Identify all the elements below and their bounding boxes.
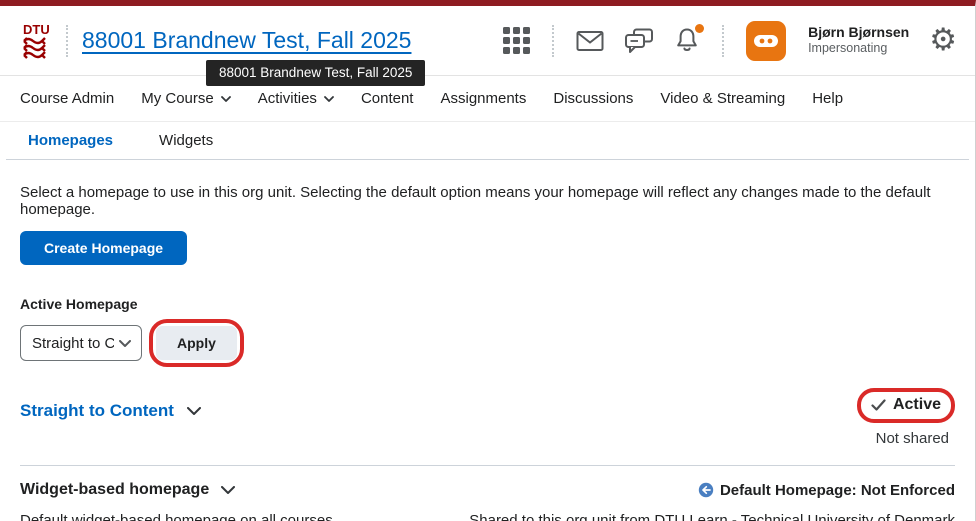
svg-text:DTU: DTU: [23, 22, 50, 37]
notifications-bell-icon[interactable]: [674, 27, 700, 54]
nav-label: My Course: [141, 90, 214, 107]
page-description: Select a homepage to use in this org uni…: [20, 184, 955, 218]
notification-dot: [695, 24, 704, 33]
nav-label: Content: [361, 90, 414, 107]
red-annotation-active: Active: [857, 388, 955, 423]
homepage-widget-details: Default widget-based homepage on all cou…: [20, 512, 955, 521]
red-annotation-apply: Apply: [149, 319, 244, 367]
nav-item-discussions[interactable]: Discussions: [553, 90, 633, 107]
header-icons: Bjørn Bjørnsen Impersonating ⚙: [503, 21, 957, 61]
nav-item-activities[interactable]: Activities: [258, 90, 334, 107]
tab-widgets[interactable]: Widgets: [159, 132, 213, 149]
app-grid-icon[interactable]: [503, 27, 530, 54]
main-content: Select a homepage to use in this org uni…: [0, 184, 975, 521]
header: DTU 88001 Brandnew Test, Fall 2025: [0, 6, 975, 76]
homepage-widget-row: Widget-based homepage Default Homepage: …: [20, 481, 955, 499]
course-navbar: Course Admin My Course Activities Conten…: [0, 76, 975, 122]
homepage-title-text: Straight to Content: [20, 401, 174, 421]
shared-status: Not shared: [876, 430, 949, 447]
user-status: Impersonating: [808, 41, 909, 57]
app-window: DTU 88001 Brandnew Test, Fall 2025: [0, 0, 976, 521]
avatar[interactable]: [746, 21, 786, 61]
shared-arrow-icon: [698, 482, 714, 498]
homepage-select[interactable]: Straight to C: [20, 325, 142, 361]
nav-label: Discussions: [553, 90, 633, 107]
dtu-logo[interactable]: DTU: [20, 21, 52, 61]
nav-item-content[interactable]: Content: [361, 90, 414, 107]
tab-homepages[interactable]: Homepages: [28, 132, 113, 149]
header-separator: [722, 25, 724, 57]
active-homepage-controls: Straight to C Apply: [20, 319, 955, 367]
homepage-title-text: Widget-based homepage: [20, 481, 209, 499]
chevron-down-icon: [324, 96, 334, 102]
user-info[interactable]: Bjørn Bjørnsen Impersonating: [808, 24, 909, 57]
status-badge: Active: [893, 396, 941, 414]
user-name: Bjørn Bjørnsen: [808, 24, 909, 42]
nav-item-help[interactable]: Help: [812, 90, 843, 107]
active-homepage-label: Active Homepage: [20, 296, 955, 312]
check-icon: [871, 399, 886, 411]
homepage-select-value: Straight to C: [32, 335, 114, 352]
header-separator: [66, 25, 68, 57]
settings-gear-icon[interactable]: ⚙: [929, 25, 957, 56]
mail-icon[interactable]: [576, 30, 604, 52]
section-divider: [20, 465, 955, 466]
chevron-down-icon: [187, 407, 201, 415]
nav-item-my-course[interactable]: My Course: [141, 90, 231, 107]
chevron-down-icon: [221, 486, 235, 494]
nav-item-assignments[interactable]: Assignments: [440, 90, 526, 107]
nav-label: Video & Streaming: [660, 90, 785, 107]
course-title-tooltip: 88001 Brandnew Test, Fall 2025: [206, 60, 425, 86]
homepage-widget-shared: Shared to this org unit from DTU Learn -…: [469, 512, 955, 521]
chat-icon[interactable]: [624, 28, 654, 54]
homepage-straight-row: Straight to Content Active Not shared: [20, 388, 955, 447]
nav-item-video-streaming[interactable]: Video & Streaming: [660, 90, 785, 107]
homepage-widget-title[interactable]: Widget-based homepage: [20, 481, 235, 499]
homepage-widget-description: Default widget-based homepage on all cou…: [20, 512, 337, 521]
nav-label: Activities: [258, 90, 317, 107]
badge-text: Default Homepage: Not Enforced: [720, 482, 955, 499]
header-separator: [552, 25, 554, 57]
create-homepage-button[interactable]: Create Homepage: [20, 231, 187, 265]
nav-item-course-admin[interactable]: Course Admin: [20, 90, 114, 107]
nav-label: Course Admin: [20, 90, 114, 107]
chevron-down-icon: [119, 340, 131, 347]
homepage-straight-title[interactable]: Straight to Content: [20, 388, 201, 421]
apply-button[interactable]: Apply: [156, 326, 237, 360]
course-title-link[interactable]: 88001 Brandnew Test, Fall 2025: [82, 27, 411, 54]
tab-bar: Homepages Widgets: [6, 122, 969, 160]
default-homepage-badge: Default Homepage: Not Enforced: [698, 482, 955, 499]
nav-label: Help: [812, 90, 843, 107]
chevron-down-icon: [221, 96, 231, 102]
nav-label: Assignments: [440, 90, 526, 107]
